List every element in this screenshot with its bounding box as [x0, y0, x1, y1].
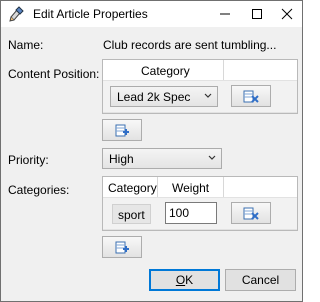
add-row-icon: [115, 241, 129, 254]
combobox-value: High: [109, 152, 134, 166]
ok-label-rest: K: [185, 273, 194, 287]
dialog-body: Name: Club records are sent tumbling... …: [1, 27, 302, 301]
content-position-label: Content Position:: [8, 67, 100, 81]
ok-mnemonic: O: [175, 273, 186, 287]
minimize-button[interactable]: [210, 1, 240, 27]
add-row-icon: [115, 124, 129, 137]
close-icon: [281, 8, 293, 20]
grid-column-header: Category: [108, 181, 157, 195]
chevron-down-icon: [203, 90, 213, 102]
weight-input[interactable]: 100: [165, 202, 217, 224]
category-tag[interactable]: sport: [112, 204, 151, 224]
categories-label: Categories:: [8, 183, 70, 197]
content-position-combobox[interactable]: Lead 2k Spec: [110, 86, 218, 107]
maximize-button[interactable]: [242, 1, 272, 27]
chevron-down-icon: [207, 152, 217, 164]
combobox-value: Lead 2k Spec: [117, 90, 191, 104]
delete-row-icon: [243, 90, 259, 103]
maximize-icon: [252, 9, 262, 19]
grid-column-header: Weight: [172, 181, 210, 195]
priority-label: Priority:: [8, 153, 49, 167]
cancel-button[interactable]: Cancel: [225, 269, 296, 291]
delete-row-icon: [243, 207, 259, 220]
window-title: Edit Article Properties: [33, 7, 148, 21]
remove-category-button[interactable]: [231, 202, 271, 224]
add-category-button[interactable]: [102, 236, 142, 258]
categories-grid: Category Weight sport 100: [102, 176, 298, 231]
add-position-button[interactable]: [102, 119, 142, 141]
name-value: Club records are sent tumbling...: [103, 38, 277, 52]
app-icon: [8, 5, 26, 23]
priority-combobox[interactable]: High: [102, 148, 222, 169]
ok-button[interactable]: OK: [149, 269, 220, 291]
close-button[interactable]: [272, 1, 302, 27]
grid-column-header: Category: [141, 64, 190, 78]
content-position-grid: Category Lead 2k Spec: [102, 59, 298, 114]
dialog-window: Edit Article Properties Name: Club recor…: [0, 0, 303, 302]
minimize-icon: [220, 13, 230, 15]
title-bar: Edit Article Properties: [1, 1, 302, 27]
name-label: Name:: [8, 38, 44, 52]
remove-position-button[interactable]: [231, 85, 271, 107]
